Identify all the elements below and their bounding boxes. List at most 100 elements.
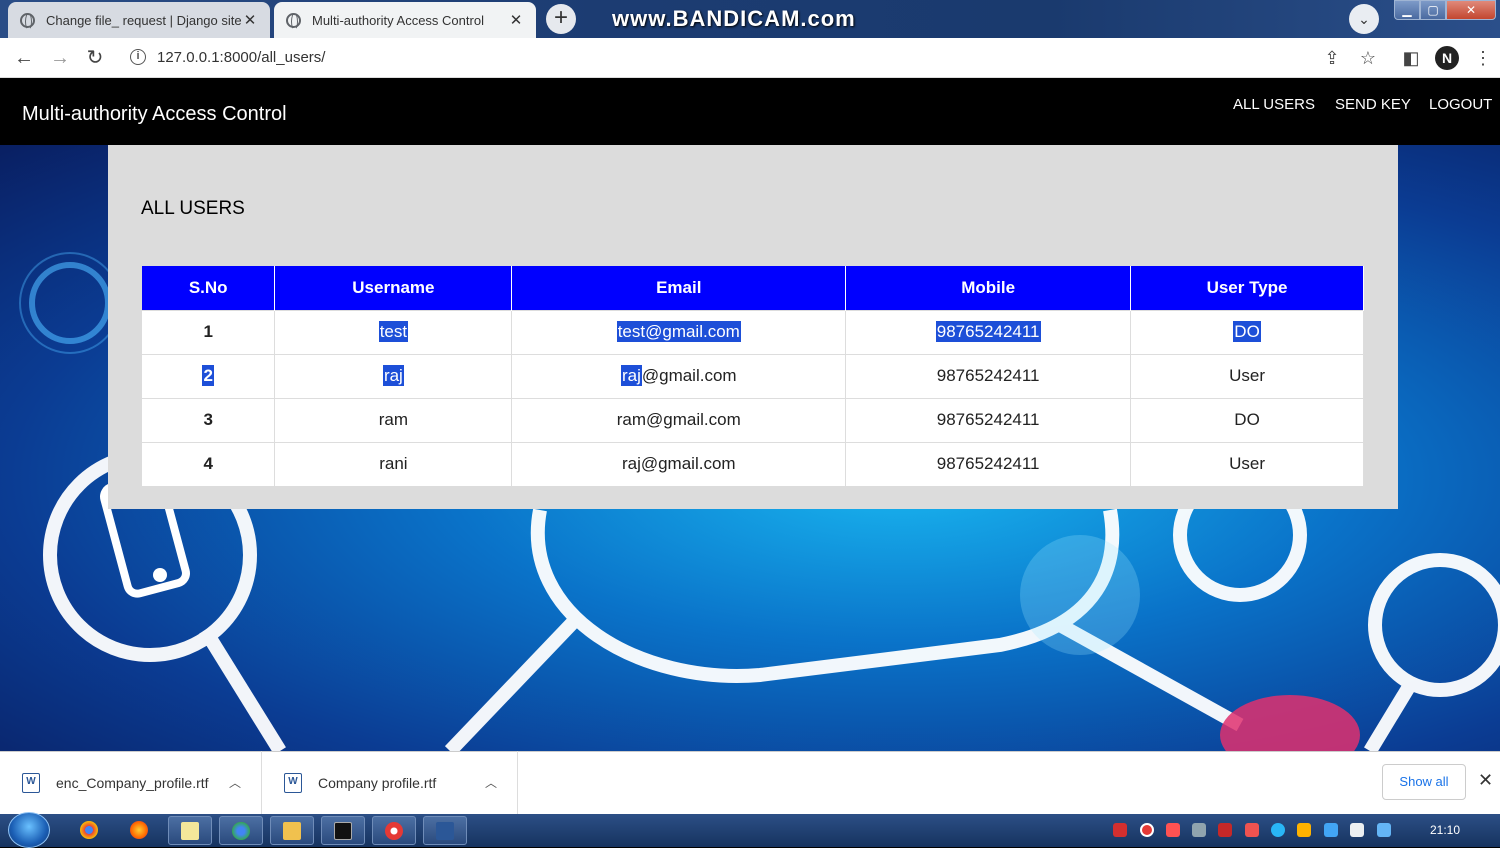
forward-arrow-icon[interactable]: → <box>48 46 72 70</box>
taskbar-notepad[interactable] <box>168 816 212 845</box>
close-icon[interactable]: ✕ <box>1478 770 1493 791</box>
url-field[interactable]: 127.0.0.1:8000/all_users/ <box>157 49 325 66</box>
word-icon <box>436 822 454 840</box>
nav-all-users[interactable]: ALL USERS <box>1233 96 1315 113</box>
col-header-email: Email <box>511 266 847 310</box>
brand-title[interactable]: Multi-authority Access Control <box>22 103 287 126</box>
reload-icon[interactable]: ↻ <box>83 46 107 70</box>
cell-email: raj@gmail.com <box>511 441 847 486</box>
side-panel-icon[interactable]: ◧ <box>1399 46 1423 70</box>
notepad-icon <box>181 822 199 840</box>
profile-avatar[interactable]: N <box>1435 46 1459 70</box>
close-icon[interactable]: ✕ <box>242 11 258 29</box>
taskbar-cmd[interactable] <box>321 816 365 845</box>
record-tray-icon[interactable] <box>1140 823 1154 837</box>
taskbar-bandicam[interactable] <box>372 816 416 845</box>
selected-text: raj <box>382 365 404 386</box>
col-header-sno: S.No <box>142 266 276 310</box>
col-header-username: Username <box>274 266 513 310</box>
tab-multi-authority[interactable]: Multi-authority Access Control ✕ <box>274 2 536 38</box>
window-maximize-button[interactable]: ▢ <box>1420 0 1446 20</box>
cell-email: raj@gmail.com <box>511 353 847 398</box>
selected-text: test <box>378 321 409 342</box>
cell-mobile: 98765242411 <box>845 397 1132 442</box>
globe-icon <box>286 12 301 30</box>
tab-search-button[interactable]: ⌄ <box>1349 4 1379 34</box>
col-header-mobile: Mobile <box>845 266 1132 310</box>
table-row: 4 rani raj@gmail.com 98765242411 User <box>142 441 1364 486</box>
table-row: 2 raj raj@gmail.com 98765242411 User <box>142 353 1364 398</box>
cell-username: ram <box>274 397 513 442</box>
download-filename: enc_Company_profile.rtf <box>56 774 209 791</box>
acrobat-tray-icon[interactable] <box>1113 823 1127 837</box>
menu-dots-icon[interactable]: ⋮ <box>1471 46 1495 70</box>
globe-icon <box>20 12 35 30</box>
flag-tray-icon[interactable] <box>1350 823 1364 837</box>
network-tray-icon[interactable] <box>1192 823 1206 837</box>
selected-text: raj <box>620 365 642 386</box>
cell-user-type: DO <box>1130 397 1364 442</box>
show-all-downloads-button[interactable]: Show all <box>1382 764 1466 800</box>
taskbar-explorer[interactable] <box>270 816 314 845</box>
selected-text: DO <box>1233 321 1261 342</box>
share-icon[interactable]: ⇪ <box>1320 46 1344 70</box>
word-document-icon: W <box>22 772 40 793</box>
window-minimize-button[interactable]: ▁ <box>1394 0 1420 20</box>
chevron-up-icon[interactable]: ︿ <box>485 774 497 791</box>
update-tray-icon[interactable] <box>1271 823 1285 837</box>
cell-sno: 2 <box>142 353 276 398</box>
nav-send-key[interactable]: SEND KEY <box>1335 96 1411 113</box>
back-arrow-icon[interactable]: ← <box>12 46 36 70</box>
cell-mobile: 98765242411 <box>845 353 1132 398</box>
selected-text: test@gmail.com <box>616 321 741 342</box>
taskbar-chrome-window[interactable] <box>219 816 263 845</box>
download-item[interactable]: W Company profile.rtf ︿ <box>262 751 518 814</box>
site-info-icon[interactable]: i <box>130 49 146 65</box>
power-tray-icon[interactable] <box>1297 823 1311 837</box>
cell-user-type: User <box>1130 441 1364 486</box>
terminal-icon <box>334 822 352 840</box>
cell-username: raj <box>274 353 513 398</box>
cell-user-type: DO <box>1130 309 1364 354</box>
users-table: S.No Username Email Mobile User Type 1 t… <box>142 266 1364 486</box>
folder-icon <box>283 822 301 840</box>
table-row: 3 ram ram@gmail.com 98765242411 DO <box>142 397 1364 442</box>
tab-label: Change file_ request | Django site <box>46 12 242 28</box>
tab-django-admin[interactable]: Change file_ request | Django site ✕ <box>8 2 270 38</box>
record-icon <box>385 822 403 840</box>
new-tab-button[interactable]: + <box>546 4 576 34</box>
cell-user-type: User <box>1130 353 1364 398</box>
bluetooth-tray-icon[interactable] <box>1324 823 1338 837</box>
table-header-row: S.No Username Email Mobile User Type <box>142 266 1364 310</box>
app-tray-icon[interactable] <box>1166 823 1180 837</box>
selected-text: 2 <box>202 365 214 386</box>
taskbar-chrome[interactable] <box>68 816 112 845</box>
start-button[interactable] <box>8 812 50 848</box>
volume-tray-icon[interactable] <box>1245 823 1259 837</box>
taskbar-firefox[interactable] <box>118 816 162 845</box>
close-icon[interactable]: ✕ <box>508 11 524 29</box>
cell-mobile: 98765242411 <box>845 309 1132 354</box>
taskbar-clock: 21:10 <box>1430 823 1461 837</box>
col-header-user-type: User Type <box>1130 266 1364 310</box>
firefox-icon <box>130 821 148 839</box>
nav-logout[interactable]: LOGOUT <box>1429 96 1492 113</box>
cell-sno: 3 <box>142 397 276 442</box>
cell-username: rani <box>274 441 513 486</box>
cell-email: test@gmail.com <box>511 309 847 354</box>
word-document-icon: W <box>284 772 302 793</box>
security-tray-icon[interactable] <box>1218 823 1232 837</box>
tab-label: Multi-authority Access Control <box>312 12 484 28</box>
download-item[interactable]: W enc_Company_profile.rtf ︿ <box>0 751 262 814</box>
bookmark-star-icon[interactable]: ☆ <box>1356 46 1380 70</box>
recorder-watermark: www.BANDICAM.com <box>612 6 856 31</box>
window-close-button[interactable]: ✕ <box>1446 0 1496 20</box>
cell-mobile: 98765242411 <box>845 441 1132 486</box>
chrome-icon <box>80 821 98 839</box>
display-tray-icon[interactable] <box>1377 823 1391 837</box>
cell-email: ram@gmail.com <box>511 397 847 442</box>
chevron-up-icon[interactable]: ︿ <box>229 774 241 791</box>
cell-sno: 1 <box>142 309 276 354</box>
email-rest: @gmail.com <box>641 366 737 385</box>
taskbar-word[interactable] <box>423 816 467 845</box>
